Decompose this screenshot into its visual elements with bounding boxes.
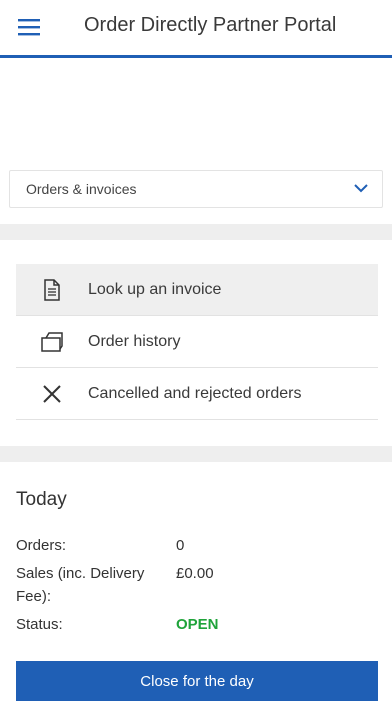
app-header: Order Directly Partner Portal (0, 0, 392, 58)
hamburger-menu-icon (18, 19, 40, 36)
section-divider (0, 224, 392, 240)
menu-button[interactable] (16, 14, 42, 40)
list-item-label: Cancelled and rejected orders (88, 384, 302, 402)
folder-icon (41, 331, 63, 352)
chevron-down-icon (354, 184, 368, 193)
orders-value: 0 (176, 537, 185, 554)
section-divider (0, 446, 392, 462)
app-title: Order Directly Partner Portal (84, 14, 337, 36)
sales-value: £0.00 (176, 565, 214, 582)
sales-label-line2: Fee): (16, 588, 52, 605)
list-item-cancelled-orders[interactable]: Cancelled and rejected orders (16, 368, 378, 420)
sales-label-line1: Sales (inc. Delivery (16, 565, 145, 582)
status-badge: OPEN (176, 616, 219, 633)
orders-menu-list: Look up an invoice Order history Cancell… (16, 264, 378, 420)
section-select[interactable]: Orders & invoices (9, 170, 383, 208)
today-heading: Today (16, 489, 67, 510)
status-label: Status: (16, 616, 63, 633)
close-icon (43, 384, 61, 403)
close-for-day-button[interactable]: Close for the day (16, 661, 378, 701)
list-item-label: Look up an invoice (88, 280, 222, 298)
document-icon (44, 278, 60, 301)
list-item-label: Order history (88, 332, 181, 350)
orders-label: Orders: (16, 537, 67, 554)
list-item-order-history[interactable]: Order history (16, 316, 378, 368)
list-item-lookup-invoice[interactable]: Look up an invoice (16, 264, 378, 316)
section-select-value: Orders & invoices (26, 181, 137, 197)
